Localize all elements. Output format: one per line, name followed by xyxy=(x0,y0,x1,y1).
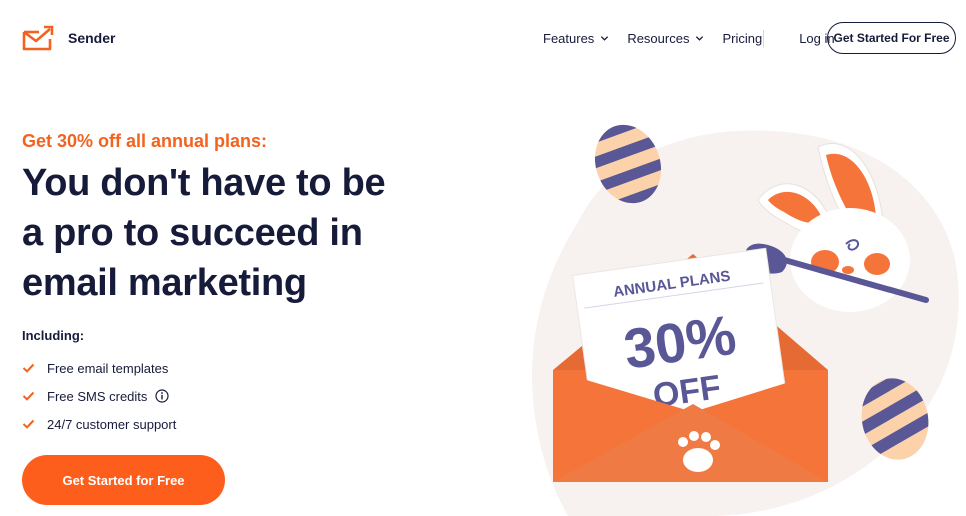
nav-item-features[interactable]: Features xyxy=(543,31,609,46)
nav-item-label: Resources xyxy=(627,30,690,46)
nav-item-label: Features xyxy=(543,30,595,46)
promo-text: Get 30% off all annual plans: xyxy=(22,131,268,151)
info-icon[interactable] xyxy=(155,389,170,403)
check-icon xyxy=(22,419,35,429)
nav-item-resources[interactable]: Resources xyxy=(627,31,704,46)
get-started-header-button[interactable]: Get Started For Free xyxy=(827,22,956,54)
nav-item-label: Pricing xyxy=(722,30,763,46)
easter-promo-illustration: ANNUAL PLANS 30% OFF xyxy=(532,115,959,516)
nav-item-pricing[interactable]: Pricing xyxy=(722,31,762,46)
feature-item: Free email templates xyxy=(22,354,176,382)
nav-divider xyxy=(763,30,764,48)
check-icon xyxy=(22,363,35,373)
feature-item: 24/7 customer support xyxy=(22,410,176,438)
headline: You don't have to be a pro to succeed in… xyxy=(22,158,386,308)
brand-logo[interactable]: Sender xyxy=(22,25,115,51)
sender-logo-icon xyxy=(22,25,54,51)
feature-label: Free email templates xyxy=(47,360,169,376)
feature-label: Free SMS credits xyxy=(47,388,148,404)
feature-label: 24/7 customer support xyxy=(47,416,177,432)
brand-name: Sender xyxy=(68,30,116,46)
headline-line: a pro to succeed in xyxy=(22,212,363,254)
headline-line: You don't have to be xyxy=(22,162,386,204)
get-started-hero-button[interactable]: Get Started for Free xyxy=(22,455,225,505)
chevron-down-icon xyxy=(601,35,609,41)
feature-item: Free SMS credits xyxy=(22,382,176,410)
feature-list: Free email templates Free SMS credits 24… xyxy=(22,354,176,438)
check-icon xyxy=(22,391,35,401)
including-label: Including: xyxy=(22,328,85,343)
headline-line: email marketing xyxy=(22,262,307,304)
main-nav: Features Resources Pricing Log in xyxy=(543,22,835,54)
chevron-down-icon xyxy=(696,35,704,41)
